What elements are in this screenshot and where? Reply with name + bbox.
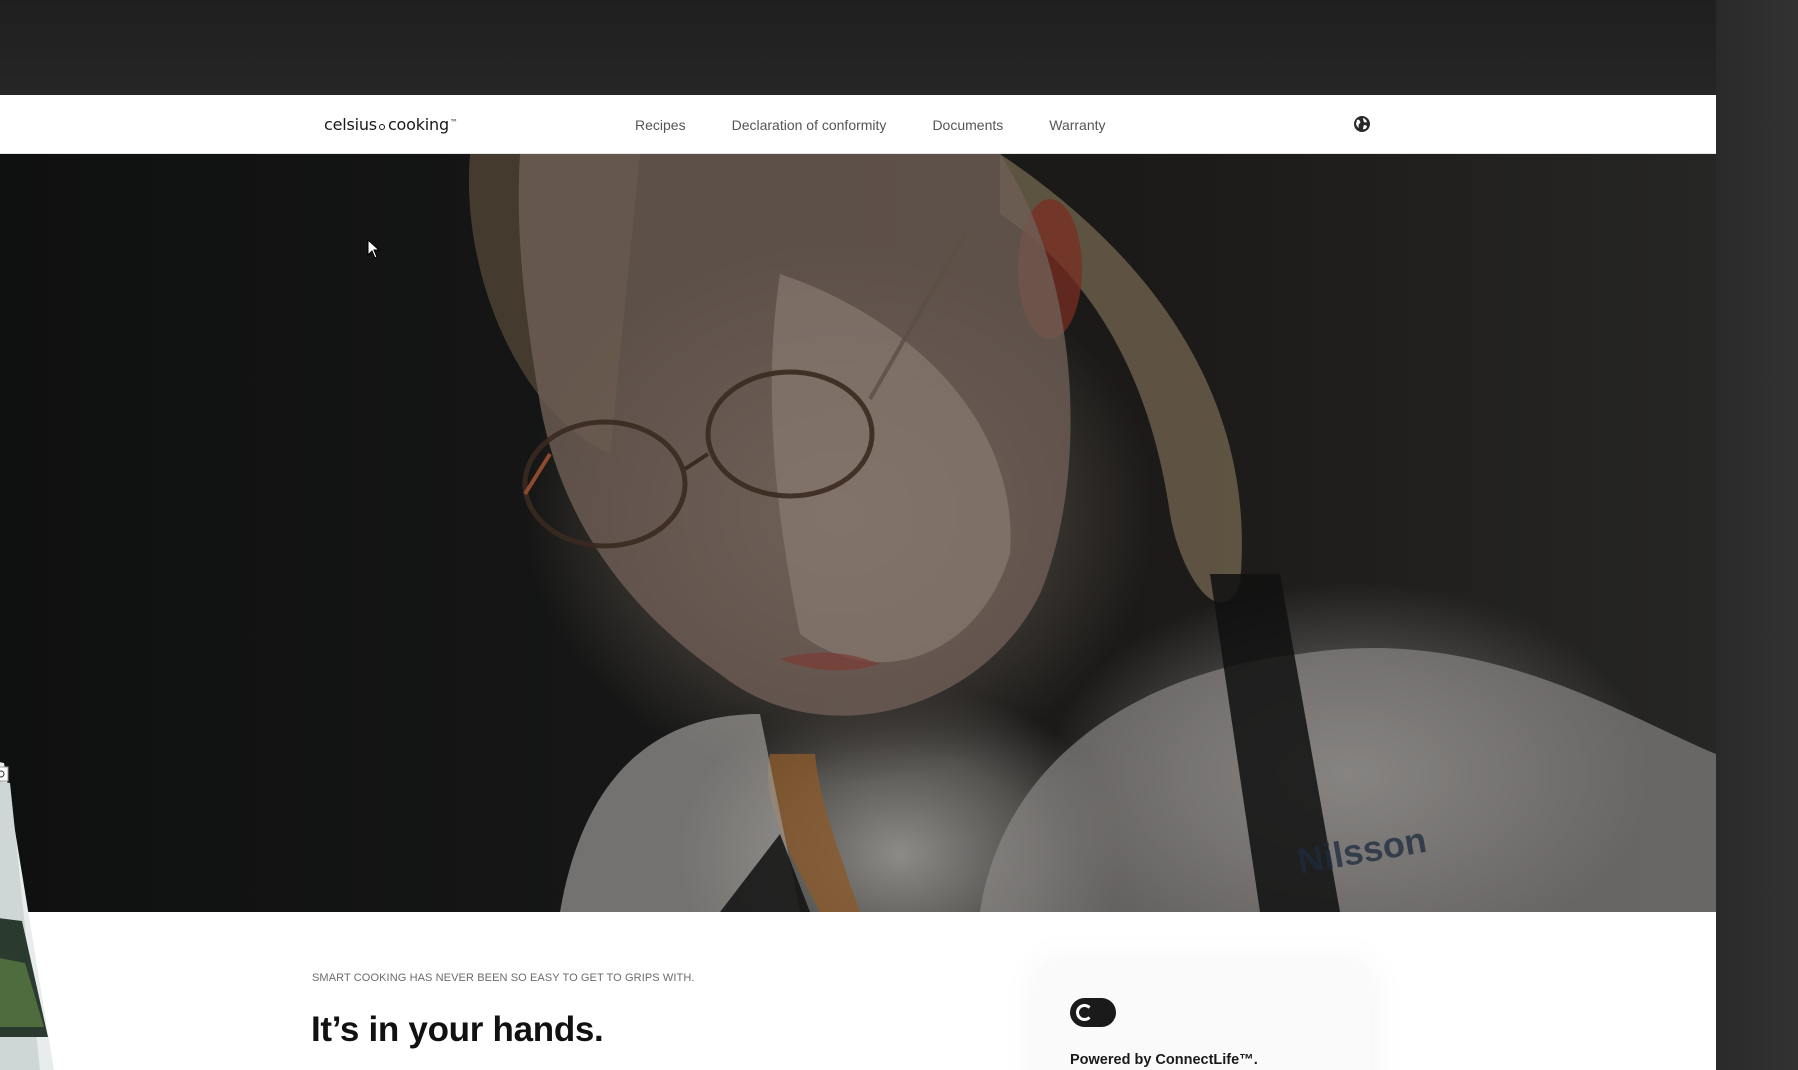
toggle-knob <box>1076 1004 1093 1021</box>
celsius-cooking-logo[interactable]: celsius cooking ™ <box>324 115 458 134</box>
nav-documents[interactable]: Documents <box>932 117 1003 133</box>
site-header: celsius cooking ™ Recipes Declaration of… <box>0 95 1716 154</box>
browser-backdrop-top <box>0 0 1798 95</box>
logo-word-cooking: cooking <box>387 115 449 134</box>
nav-declaration-of-conformity[interactable]: Declaration of conformity <box>732 117 887 133</box>
logo-word-celsius: celsius <box>324 115 377 134</box>
nav-recipes[interactable]: Recipes <box>635 117 686 133</box>
logo-trademark: ™ <box>449 118 458 127</box>
browser-backdrop-right <box>1716 0 1798 1070</box>
intro-headline: It’s in your hands. <box>311 1010 604 1049</box>
chef-portrait-image: Nilsson <box>468 154 1716 912</box>
web-page: celsius cooking ™ Recipes Declaration of… <box>0 95 1716 1070</box>
powered-by-connectlife: Powered by ConnectLife™. <box>1070 1052 1258 1068</box>
globe-icon[interactable] <box>1353 115 1371 133</box>
main-navigation: Recipes Declaration of conformity Docume… <box>635 117 1106 133</box>
mouse-cursor-icon <box>367 239 381 259</box>
nav-warranty[interactable]: Warranty <box>1049 117 1105 133</box>
toggle-icon[interactable] <box>1070 998 1116 1027</box>
intro-eyebrow: SMART COOKING HAS NEVER BEEN SO EASY TO … <box>312 972 695 984</box>
hero-video[interactable]: Nilsson <box>0 154 1716 912</box>
degree-icon <box>378 124 385 130</box>
phone-mockup-image <box>0 762 54 1070</box>
